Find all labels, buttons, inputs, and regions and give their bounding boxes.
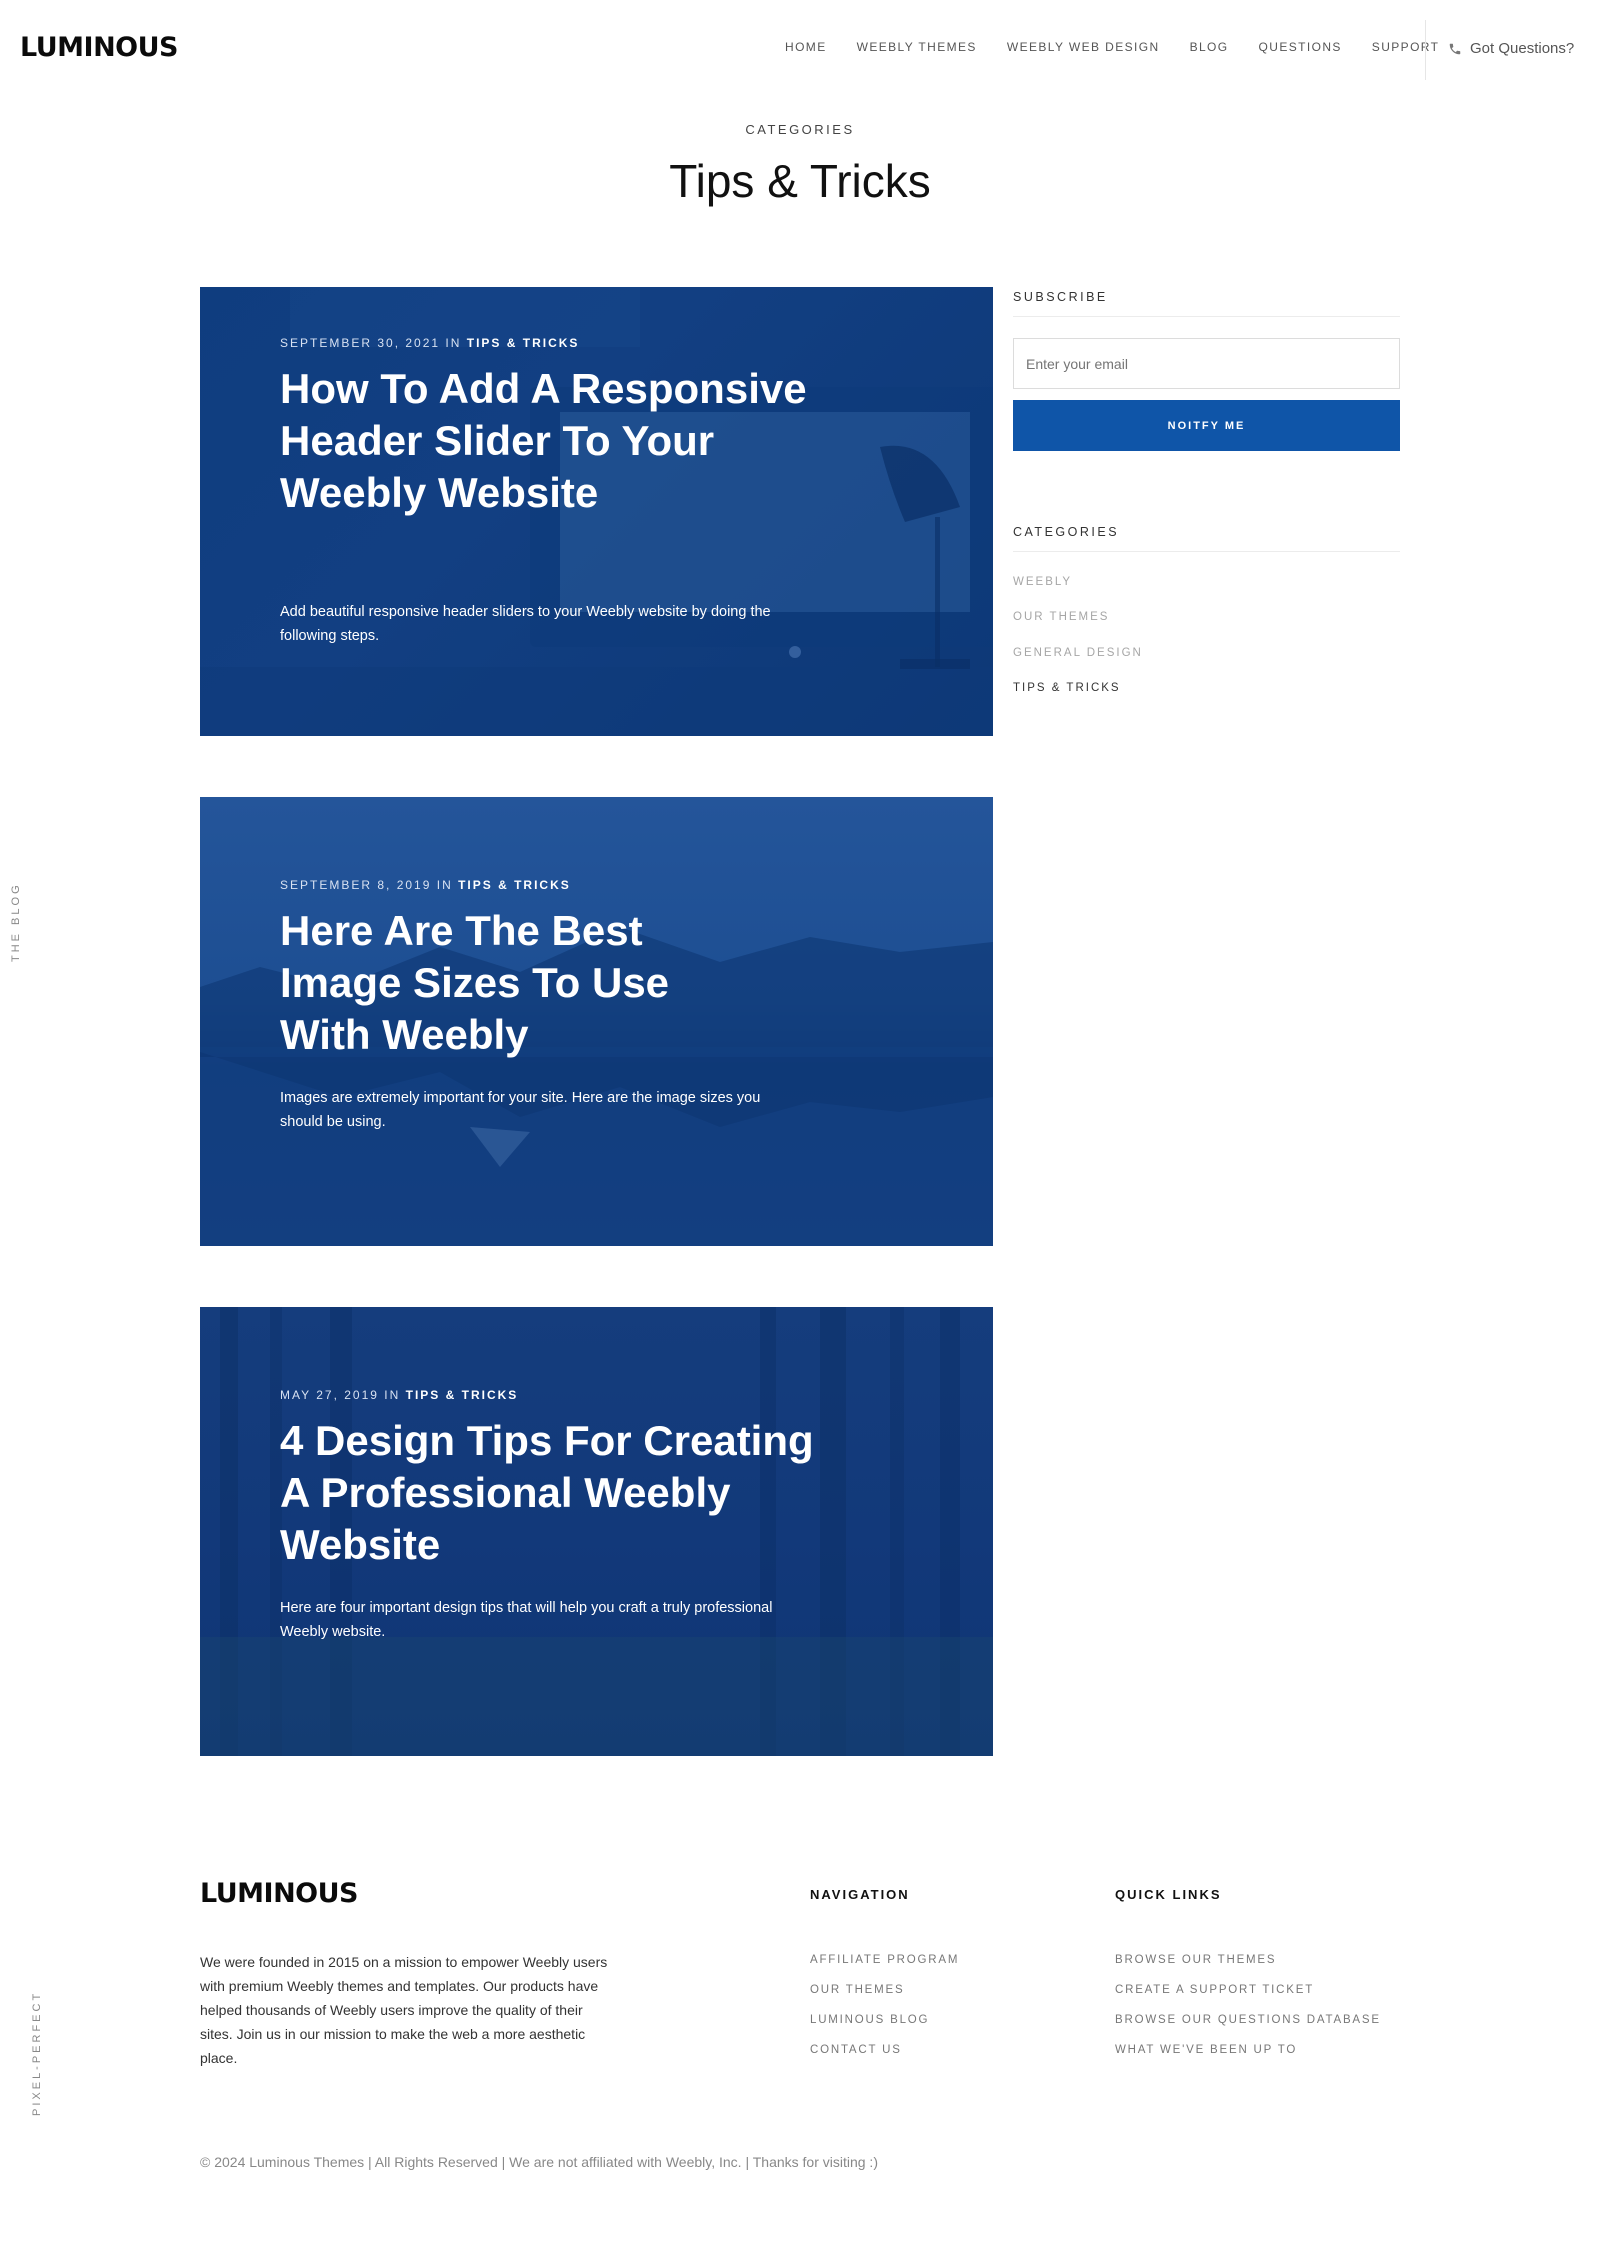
got-questions-label: Got Questions? (1470, 40, 1575, 57)
site-header: LUMINOUS HOME WEEBLY THEMES WEEBLY WEB D… (0, 0, 1600, 100)
main-nav: HOME WEEBLY THEMES WEEBLY WEB DESIGN BLO… (785, 40, 1469, 54)
footer-link-contact[interactable]: CONTACT US (810, 2044, 902, 2056)
nav-weebly-themes[interactable]: WEEBLY THEMES (857, 40, 977, 54)
post-card[interactable]: SEPTEMBER 30, 2021 IN TIPS & TRICKS How … (200, 287, 993, 736)
post-card[interactable]: MAY 27, 2019 IN TIPS & TRICKS 4 Design T… (200, 1307, 993, 1756)
post-meta: SEPTEMBER 30, 2021 IN TIPS & TRICKS (280, 336, 579, 350)
post-meta: SEPTEMBER 8, 2019 IN TIPS & TRICKS (280, 878, 571, 892)
footer-navigation-heading: NAVIGATION (810, 1887, 910, 1902)
category-link-general-design[interactable]: GENERAL DESIGN (1013, 647, 1143, 659)
footer-logo[interactable]: LUMINOUS (200, 1878, 359, 1909)
post-in: IN (436, 878, 453, 892)
post-category-link[interactable]: TIPS & TRICKS (467, 336, 580, 350)
nav-divider (1425, 20, 1426, 80)
pixel-perfect-label: PIXEL-PERFECT (31, 1990, 43, 2116)
post-category-link[interactable]: TIPS & TRICKS (406, 1388, 519, 1402)
footer-link-been-up-to[interactable]: WHAT WE'VE BEEN UP TO (1115, 2044, 1297, 2056)
footer-link-browse-themes[interactable]: BROWSE OUR THEMES (1115, 1954, 1276, 1966)
phone-icon (1449, 43, 1461, 54)
category-link-tips-tricks[interactable]: TIPS & TRICKS (1013, 682, 1121, 694)
categories-heading: CATEGORIES (1013, 525, 1400, 552)
footer-quick-links-heading: QUICK LINKS (1115, 1887, 1222, 1902)
post-card[interactable]: SEPTEMBER 8, 2019 IN TIPS & TRICKS Here … (200, 797, 993, 1246)
nav-weebly-web-design[interactable]: WEEBLY WEB DESIGN (1007, 40, 1160, 54)
copyright: © 2024 Luminous Themes | All Rights Rese… (200, 2154, 878, 2170)
category-link-weebly[interactable]: WEEBLY (1013, 576, 1072, 588)
page-title: Tips & Tricks (669, 155, 931, 207)
post-category-link[interactable]: TIPS & TRICKS (458, 878, 571, 892)
post-excerpt: Add beautiful responsive header sliders … (280, 604, 771, 644)
site-logo[interactable]: LUMINOUS (20, 32, 179, 63)
footer-link-support-ticket[interactable]: CREATE A SUPPORT TICKET (1115, 1984, 1314, 1996)
notify-me-button[interactable]: NOITFY ME (1013, 400, 1400, 451)
footer-about: We were founded in 2015 on a mission to … (200, 1954, 608, 2066)
nav-support[interactable]: SUPPORT (1372, 40, 1440, 54)
email-input[interactable] (1013, 338, 1400, 389)
post-excerpt: Here are four important design tips that… (280, 1600, 773, 1640)
footer-link-our-themes[interactable]: OUR THEMES (810, 1984, 904, 1996)
got-questions-link[interactable]: Got Questions? (1448, 40, 1574, 57)
nav-blog[interactable]: BLOG (1190, 40, 1229, 54)
post-title[interactable]: Here Are The Best Image Sizes To Use Wit… (280, 905, 750, 1061)
post-date: MAY 27, 2019 (280, 1388, 379, 1402)
post-in: IN (445, 336, 462, 350)
post-meta: MAY 27, 2019 IN TIPS & TRICKS (280, 1388, 518, 1402)
nav-home[interactable]: HOME (785, 40, 827, 54)
footer-link-affiliate[interactable]: AFFILIATE PROGRAM (810, 1954, 959, 1966)
post-excerpt: Images are extremely important for your … (280, 1090, 761, 1130)
post-date: SEPTEMBER 30, 2021 (280, 336, 441, 350)
post-title[interactable]: How To Add A Responsive Header Slider To… (280, 363, 820, 519)
post-date: SEPTEMBER 8, 2019 (280, 878, 432, 892)
page-eyebrow: CATEGORIES (745, 122, 855, 137)
category-link-our-themes[interactable]: OUR THEMES (1013, 611, 1109, 623)
the-blog-label: THE BLOG (10, 882, 22, 962)
footer-link-questions-database[interactable]: BROWSE OUR QUESTIONS DATABASE (1115, 2014, 1381, 2026)
footer-link-luminous-blog[interactable]: LUMINOUS BLOG (810, 2014, 929, 2026)
post-title[interactable]: 4 Design Tips For Creating A Professiona… (280, 1415, 840, 1571)
subscribe-heading: SUBSCRIBE (1013, 290, 1400, 317)
post-in: IN (384, 1388, 401, 1402)
nav-questions[interactable]: QUESTIONS (1259, 40, 1342, 54)
